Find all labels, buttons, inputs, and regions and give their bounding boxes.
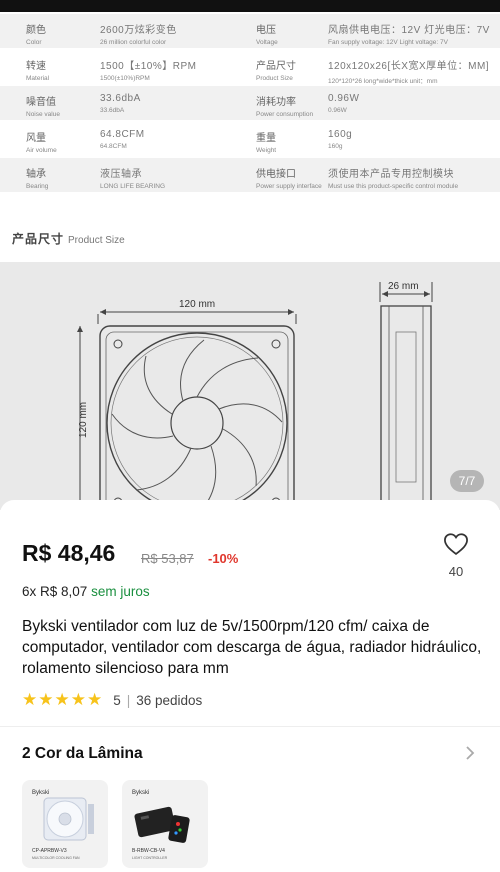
- thumb-brand: Bykski: [32, 790, 49, 796]
- spec-key: 风量: [26, 133, 46, 144]
- spec-key-en: Product Size: [256, 75, 293, 82]
- depth-label: 26 mm: [388, 281, 419, 292]
- spec-value-en: 33.6dbA: [100, 107, 125, 114]
- installments: 6x R$ 8,07 sem juros: [22, 584, 150, 599]
- spec-value-en: 0.96W: [328, 107, 347, 114]
- rating-value: 5: [113, 692, 121, 708]
- color-option-fan[interactable]: Bykski CP-APRBW-V3 MULTICOLOR COOLING FA…: [22, 780, 108, 868]
- spec-value-en: 120*120*26 long*wide*thick unit：mm: [328, 78, 438, 85]
- spec-key-en: Air volume: [26, 147, 57, 154]
- spec-key: 转速: [26, 61, 46, 72]
- spec-row: 颜色 Color 2600万炫彩变色 26 million colorful col…: [0, 14, 500, 48]
- original-price: R$ 53,87: [141, 551, 194, 566]
- orders-count: 36 pedidos: [136, 692, 203, 708]
- spec-key-en: Weight: [256, 147, 277, 154]
- spec-key: 重量: [256, 133, 276, 144]
- spec-key-en: Color: [26, 39, 42, 46]
- fan-dimension-drawing: 120 mm 120 mm 26 mm: [77, 281, 433, 510]
- height-label: 120 mm: [78, 402, 89, 438]
- installments-amount: 6x R$ 8,07: [22, 584, 88, 599]
- spec-key-en: Material: [26, 75, 50, 82]
- product-image-carousel[interactable]: 120 mm 120 mm 26 mm 7/7: [0, 262, 500, 510]
- spec-value-en: 64.8CFM: [100, 143, 127, 150]
- discount-badge: -10%: [208, 551, 239, 566]
- spec-value-en: 26 million colorful color: [100, 39, 167, 46]
- spec-value: 须使用本产品专用控制模块: [328, 169, 454, 180]
- page-indicator: 7/7: [450, 470, 484, 492]
- spec-key: 电压: [256, 25, 276, 36]
- spec-key: 轴承: [26, 169, 46, 180]
- spec-key: 噪音值: [26, 97, 56, 108]
- spec-value-en: LONG LIFE BEARING: [100, 183, 166, 190]
- spec-key-en: Voltage: [256, 39, 278, 46]
- spec-key-en: Power supply interface: [256, 183, 322, 190]
- color-options: Bykski CP-APRBW-V3 MULTICOLOR COOLING FA…: [22, 780, 208, 868]
- spec-value: 64.8CFM: [100, 129, 145, 140]
- spec-value: 160g: [328, 129, 353, 140]
- status-bar: [0, 0, 500, 12]
- thumb-caption: CP-APRBW-V3: [32, 848, 67, 854]
- rating-row[interactable]: ★★★★★ 5 | 36 pedidos: [22, 690, 202, 710]
- spec-value: 风扇供电电压：12V 灯光电压：7V: [328, 25, 490, 36]
- spec-key: 颜色: [26, 25, 46, 36]
- color-option-controller[interactable]: Bykski B-RBW-CB-V4 LIGHT CONTROLLER: [122, 780, 208, 868]
- spec-value-en: 160g: [328, 143, 343, 150]
- spec-row: 风量 Air volume 64.8CFM 64.8CFM 重量 Weight 160…: [0, 122, 500, 156]
- spec-key-en: Bearing: [26, 183, 49, 190]
- wishlist-count: 40: [448, 564, 464, 579]
- spec-value-en: Must use this product-specific control m…: [328, 183, 459, 190]
- spec-value: 33.6dbA: [100, 93, 141, 104]
- heart-outline-icon: [444, 533, 468, 556]
- wishlist-button[interactable]: [442, 530, 470, 558]
- section-title-zh: 产品尺寸: [12, 232, 65, 246]
- spec-value: 液压轴承: [100, 169, 142, 180]
- price: R$ 48,46: [22, 540, 116, 566]
- thumb-subcaption: LIGHT CONTROLLER: [132, 856, 168, 860]
- spec-value: 120x120x26[长X宽X厚单位：MM]: [328, 61, 490, 72]
- thumb-caption: B-RBW-CB-V4: [132, 848, 165, 854]
- separator: |: [126, 692, 131, 708]
- spec-table: 颜色 Color 2600万炫彩变色 26 million colorful col…: [0, 14, 500, 196]
- section-title: 产品尺寸 Product Size: [12, 230, 125, 247]
- installments-interest-free: sem juros: [91, 584, 150, 599]
- spec-key: 产品尺寸: [256, 61, 296, 72]
- spec-value-en: Fan supply voltage: 12V Light voltage: 7…: [328, 39, 448, 46]
- divider: [0, 726, 500, 727]
- thumb-subcaption: MULTICOLOR COOLING FAN: [32, 856, 80, 860]
- spec-key-en: Noise value: [26, 111, 60, 118]
- spec-value: 0.96W: [328, 93, 360, 104]
- spec-value: 2600万炫彩变色: [100, 25, 177, 36]
- thumb-brand: Bykski: [132, 790, 149, 796]
- spec-row: 转速 Material 1500【±10%】RPM 1500(±10%)RPM 产品…: [0, 50, 500, 85]
- width-label: 120 mm: [179, 299, 215, 310]
- spec-row: 噪音值 Noise value 33.6dbA 33.6dbA 消耗功率 Power …: [0, 86, 500, 120]
- spec-value: 1500【±10%】RPM: [100, 61, 197, 72]
- product-info-card: R$ 48,46 R$ 53,87 -10% 40 6x R$ 8,07 sem…: [0, 500, 500, 872]
- section-title-en: Product Size: [68, 235, 125, 246]
- color-section-title[interactable]: 2 Cor da Lâmina: [22, 745, 143, 763]
- star-rating-icons: ★★★★★: [22, 690, 104, 709]
- spec-value-en: 1500(±10%)RPM: [100, 75, 150, 82]
- spec-key: 消耗功率: [256, 97, 296, 108]
- spec-key: 供电接口: [256, 169, 296, 180]
- product-title: Bykski ventilador com luz de 5v/1500rpm/…: [22, 618, 482, 677]
- spec-key-en: Power consumption: [256, 111, 314, 118]
- spec-row: 轴承 Bearing 液压轴承 LONG LIFE BEARING 供电接口 Powe…: [0, 158, 500, 192]
- chevron-right-icon[interactable]: [464, 744, 476, 767]
